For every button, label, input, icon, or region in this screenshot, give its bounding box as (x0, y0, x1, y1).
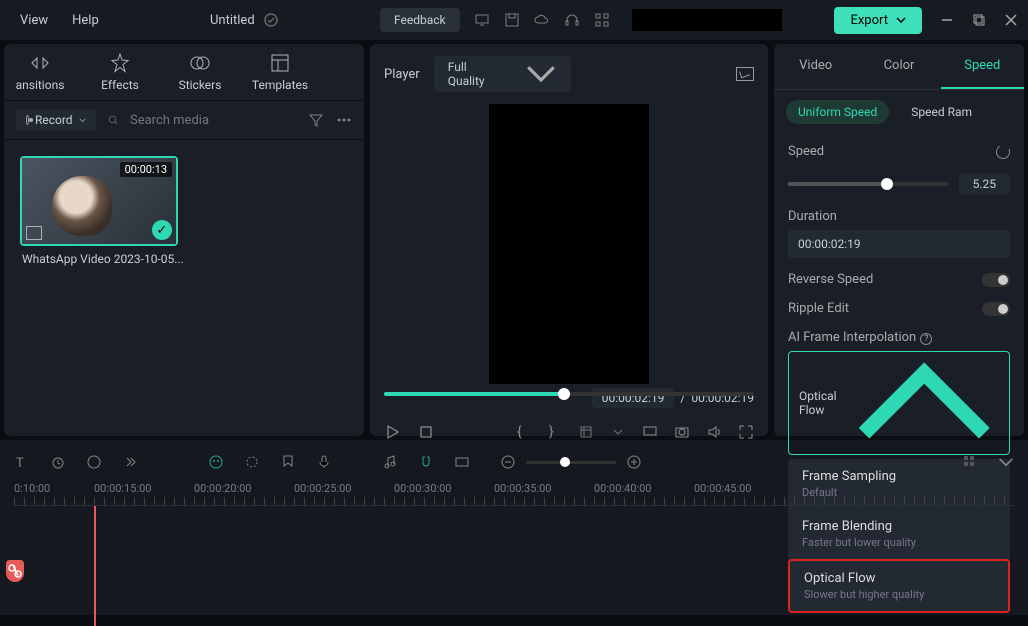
play-button[interactable] (384, 424, 400, 440)
ripple-label: Ripple Edit (788, 301, 849, 316)
mark-out-icon[interactable]: } (546, 424, 562, 440)
display-icon[interactable] (642, 424, 658, 440)
media-clip[interactable]: 00:00:13 ✓ (20, 156, 178, 246)
timeline-tracks[interactable] (14, 506, 1014, 605)
cloud-sync-icon[interactable] (263, 12, 279, 28)
interpolation-dropdown[interactable]: Optical Flow (788, 351, 1010, 455)
project-title: Untitled (210, 13, 255, 28)
duration-field[interactable]: 00:00:02:19 (788, 230, 1010, 258)
ripple-toggle[interactable] (982, 302, 1010, 316)
reset-icon[interactable] (994, 143, 1012, 161)
headphones-icon[interactable] (564, 12, 580, 28)
duration-label: Duration (788, 209, 1010, 224)
fullscreen-icon[interactable] (738, 424, 754, 440)
effects-icon (109, 52, 131, 74)
transitions-icon (29, 52, 51, 74)
timeline-ruler[interactable]: 0:10:00 00:00:15:00 00:00:20:00 00:00:25… (14, 482, 1014, 506)
svg-text:{: { (517, 424, 522, 440)
ai-icon[interactable] (208, 454, 224, 470)
svg-text:T: T (16, 456, 24, 470)
marker-icon[interactable] (280, 454, 296, 470)
zoom-slider[interactable] (526, 461, 616, 464)
menu-view[interactable]: View (20, 13, 48, 28)
progress-bar[interactable] (384, 392, 754, 396)
zoom-out-icon[interactable] (500, 454, 516, 470)
tab-color[interactable]: Color (857, 44, 940, 89)
more-icon[interactable] (336, 112, 352, 128)
tab-stickers[interactable]: Stickers (164, 52, 236, 92)
monitor-icon[interactable] (474, 12, 490, 28)
stop-button[interactable] (418, 424, 434, 440)
media-panel: ansitions Effects Stickers Templates Rec… (4, 44, 364, 436)
properties-panel: Video Color Speed Uniform Speed Speed Ra… (774, 44, 1024, 436)
filter-icon[interactable] (308, 112, 324, 128)
feedback-button[interactable]: Feedback (380, 8, 460, 32)
snapshot-icon[interactable] (736, 67, 754, 81)
playhead[interactable] (94, 506, 96, 626)
templates-icon (269, 52, 291, 74)
tab-transitions[interactable]: ansitions (4, 52, 76, 92)
tab-speed[interactable]: Speed (941, 44, 1024, 89)
zoom-in-icon[interactable] (626, 454, 642, 470)
maximize-button[interactable] (972, 13, 986, 27)
preview-area[interactable] (370, 104, 768, 384)
ratio-icon[interactable] (454, 454, 470, 470)
uniform-speed-tab[interactable]: Uniform Speed (786, 100, 889, 124)
player-panel: Player Full Quality 00:00:02:19 / 00:00:… (370, 44, 768, 436)
clip-duration: 00:00:13 (120, 162, 172, 177)
tab-video[interactable]: Video (774, 44, 857, 89)
magnetic-icon[interactable] (418, 454, 434, 470)
quality-dropdown[interactable]: Full Quality (434, 56, 571, 92)
preview-video (489, 104, 649, 384)
grid-view-icon[interactable] (962, 454, 978, 470)
reverse-toggle[interactable] (982, 273, 1010, 287)
adjust-icon[interactable] (244, 454, 260, 470)
speed-ramp-tab[interactable]: Speed Ram (899, 100, 984, 124)
clip-name: WhatsApp Video 2023-10-05... (20, 246, 348, 272)
text-tool-icon[interactable]: T (14, 454, 30, 470)
current-time: 00:00:02:19 (592, 388, 675, 408)
music-icon[interactable] (382, 454, 398, 470)
mic-icon[interactable] (316, 454, 332, 470)
export-button[interactable]: Export (834, 7, 922, 34)
view-dropdown-icon[interactable] (998, 454, 1014, 470)
close-button[interactable] (1004, 13, 1018, 27)
cloud-icon[interactable] (534, 12, 550, 28)
speed-slider[interactable] (788, 182, 949, 186)
search-input[interactable] (130, 113, 296, 128)
record-button[interactable]: Record (16, 109, 96, 131)
chevron-down-icon[interactable] (610, 424, 626, 440)
tab-effects[interactable]: Effects (84, 52, 156, 92)
interpolation-label: AI Frame Interpolation? (788, 330, 1010, 345)
playhead-handle[interactable] (6, 560, 24, 582)
save-icon[interactable] (504, 12, 520, 28)
palette-icon[interactable] (86, 454, 102, 470)
svg-text:}: } (549, 424, 554, 440)
clip-thumbnail: 00:00:13 ✓ (22, 158, 176, 244)
stickers-icon (189, 52, 211, 74)
help-icon[interactable]: ? (920, 333, 932, 345)
crop-icon[interactable] (578, 424, 594, 440)
clip-type-icon (26, 226, 42, 240)
camera-icon[interactable] (674, 424, 690, 440)
menu-help[interactable]: Help (72, 13, 99, 28)
clip-used-icon: ✓ (152, 220, 172, 240)
more-tools-icon[interactable] (122, 454, 138, 470)
volume-icon[interactable] (706, 424, 722, 440)
speed-value[interactable]: 5.25 (959, 173, 1010, 195)
redacted-area (632, 9, 782, 31)
timeline-panel: T 0:10:00 00:00:15:00 00:00:20:00 00:00:… (0, 440, 1028, 615)
player-label: Player (384, 67, 420, 82)
tab-templates[interactable]: Templates (244, 52, 316, 92)
top-menu-bar: View Help Untitled Feedback Export (0, 0, 1028, 40)
timer-icon[interactable] (50, 454, 66, 470)
reverse-label: Reverse Speed (788, 272, 873, 287)
speed-label: Speed (788, 144, 824, 159)
search-icon (108, 112, 118, 128)
minimize-button[interactable] (940, 13, 954, 27)
apps-icon[interactable] (594, 12, 610, 28)
mark-in-icon[interactable]: { (514, 424, 530, 440)
